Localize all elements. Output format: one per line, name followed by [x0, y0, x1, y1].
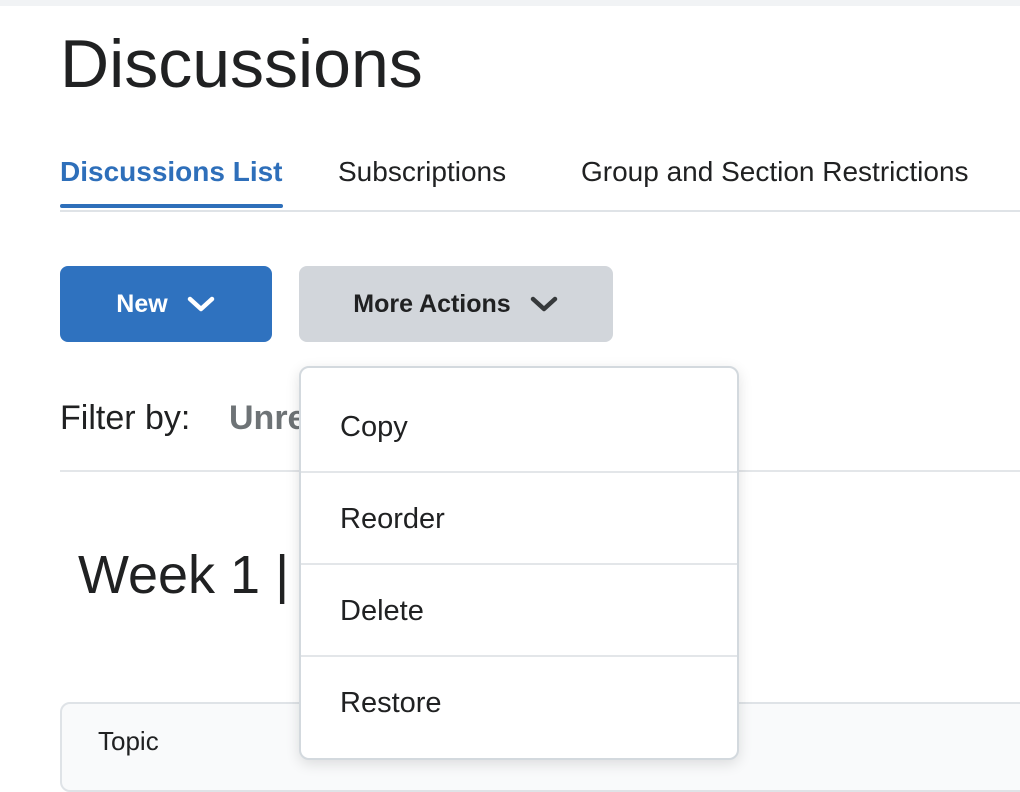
new-button[interactable]: New — [60, 266, 272, 342]
active-tab-indicator — [60, 204, 283, 208]
filter-label: Filter by: — [60, 399, 191, 437]
page-title: Discussions — [60, 26, 423, 102]
new-button-label: New — [116, 289, 168, 318]
menu-item-copy[interactable]: Copy — [301, 381, 737, 473]
tab-bar: Discussions List Subscriptions Group and… — [60, 150, 1020, 212]
more-actions-label: More Actions — [353, 289, 511, 318]
tab-subscriptions[interactable]: Subscriptions — [338, 150, 506, 210]
chevron-down-icon — [186, 294, 216, 314]
top-strip — [0, 0, 1020, 6]
tab-discussions-list[interactable]: Discussions List — [60, 150, 283, 210]
filter-option-unread[interactable]: Unre — [229, 396, 306, 440]
tab-label: Subscriptions — [338, 156, 507, 187]
tabs-divider — [60, 210, 1020, 212]
more-actions-menu: Copy Reorder Delete Restore — [299, 366, 739, 760]
tab-group-and-section-restrictions[interactable]: Group and Section Restrictions — [581, 150, 969, 210]
more-actions-button[interactable]: More Actions — [299, 266, 613, 342]
menu-item-restore[interactable]: Restore — [301, 657, 737, 749]
menu-item-reorder[interactable]: Reorder — [301, 473, 737, 565]
tab-label: Discussions List — [60, 156, 283, 187]
chevron-down-icon — [529, 294, 559, 314]
menu-item-delete[interactable]: Delete — [301, 565, 737, 657]
tab-label: Group and Section Restrictions — [581, 156, 969, 187]
column-header-topic: Topic — [98, 726, 159, 756]
section-heading: Week 1 | — [78, 545, 290, 605]
